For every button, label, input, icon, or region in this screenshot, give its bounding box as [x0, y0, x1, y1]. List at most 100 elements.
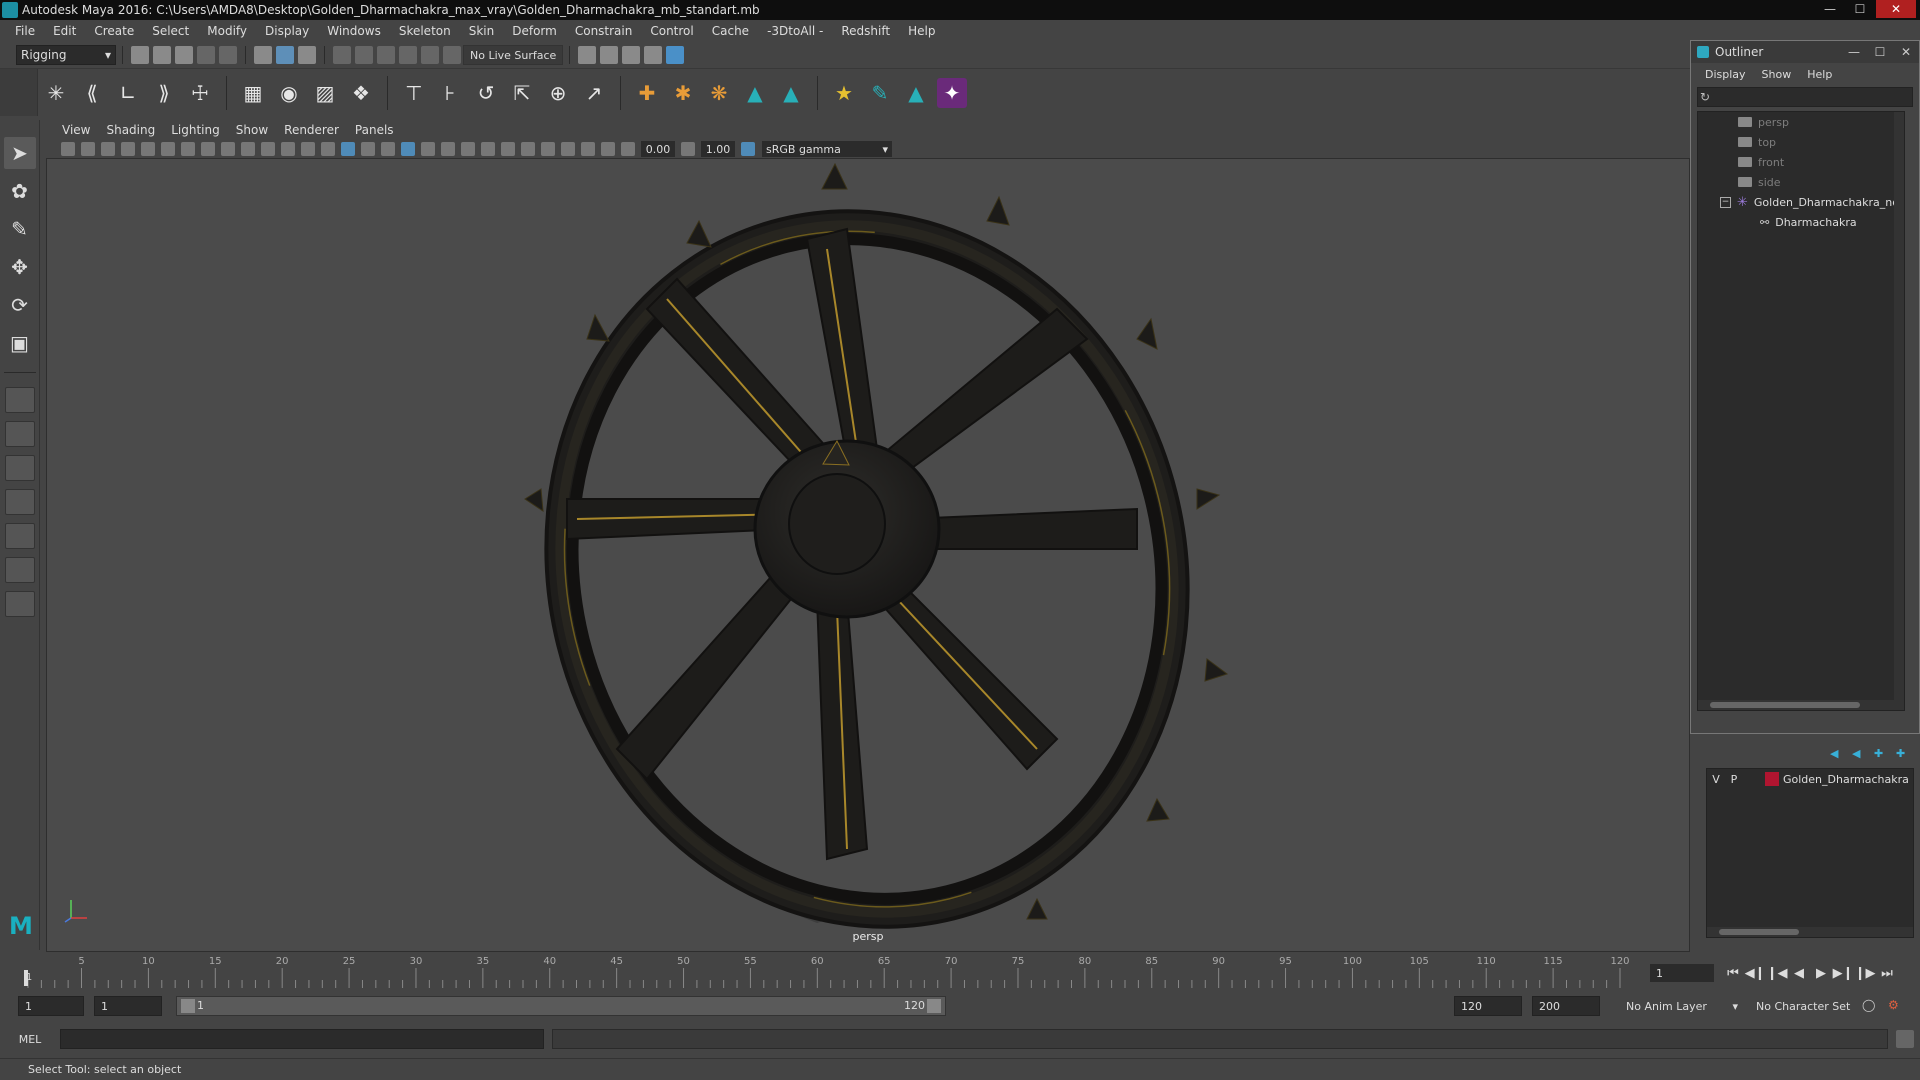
- isolate-select-icon[interactable]: [541, 142, 555, 156]
- step-forward-key-icon[interactable]: ▶❙: [1833, 964, 1854, 982]
- minimize-icon[interactable]: —: [1841, 45, 1867, 59]
- outliner-item-side[interactable]: side: [1698, 172, 1904, 192]
- two-pane-layout-icon[interactable]: [4, 455, 35, 481]
- xray-joints-icon[interactable]: [581, 142, 595, 156]
- paint-select-icon[interactable]: ✎: [4, 213, 36, 245]
- four-pane-layout-icon[interactable]: [4, 421, 35, 447]
- two-d-pan-icon[interactable]: [141, 142, 155, 156]
- menu-modify[interactable]: Modify: [198, 24, 256, 38]
- snap-view-plane-icon[interactable]: [399, 46, 417, 64]
- panel-menu-view[interactable]: View: [54, 123, 98, 137]
- layer-color-swatch[interactable]: [1765, 772, 1779, 786]
- wireframe-on-shaded-icon[interactable]: [381, 142, 395, 156]
- menu-set-dropdown[interactable]: Rigging ▾: [16, 45, 116, 65]
- humanik-icon[interactable]: ☩: [185, 78, 215, 108]
- outliner-horizontal-scrollbar[interactable]: [1698, 700, 1894, 710]
- shelf-tab-menu[interactable]: [0, 69, 38, 116]
- menu-help[interactable]: Help: [899, 24, 944, 38]
- depth-of-field-icon[interactable]: [521, 142, 535, 156]
- select-object-icon[interactable]: [276, 46, 294, 64]
- close-icon[interactable]: ✕: [1893, 45, 1919, 59]
- refresh-icon[interactable]: ↻: [1700, 90, 1714, 104]
- maximize-icon[interactable]: ☐: [1867, 45, 1893, 59]
- script-editor-icon[interactable]: [1896, 1030, 1914, 1048]
- scale-tool-icon[interactable]: ▣: [4, 327, 36, 359]
- save-scene-icon[interactable]: [175, 46, 193, 64]
- screen-space-ao-icon[interactable]: [461, 142, 475, 156]
- menu-control[interactable]: Control: [641, 24, 702, 38]
- live-surface-field[interactable]: No Live Surface: [463, 45, 564, 65]
- textured-icon[interactable]: [401, 142, 415, 156]
- play-backwards-icon[interactable]: ◀: [1790, 964, 1808, 982]
- scrollbar-thumb[interactable]: [1710, 702, 1860, 708]
- exposure-field[interactable]: 0.00: [641, 141, 675, 157]
- move-layer-up-icon[interactable]: ◀: [1830, 747, 1846, 760]
- layer-visibility-toggle[interactable]: V: [1707, 773, 1725, 786]
- collapse-icon[interactable]: −: [1720, 196, 1731, 208]
- menu-cache[interactable]: Cache: [703, 24, 758, 38]
- command-input[interactable]: [60, 1029, 544, 1049]
- menu-file[interactable]: File: [6, 24, 44, 38]
- outliner-item-front[interactable]: front: [1698, 152, 1904, 172]
- panel-menu-panels[interactable]: Panels: [347, 123, 402, 137]
- layer-playback-toggle[interactable]: P: [1725, 773, 1743, 786]
- panel-menu-lighting[interactable]: Lighting: [163, 123, 228, 137]
- shelf-mash-icon[interactable]: ▲: [901, 78, 931, 108]
- use-all-lights-icon[interactable]: [421, 142, 435, 156]
- single-pane-layout-icon[interactable]: [4, 387, 35, 413]
- go-to-start-icon[interactable]: ⏮: [1724, 964, 1742, 982]
- bookmark-icon[interactable]: [101, 142, 115, 156]
- xray-components-icon[interactable]: [601, 142, 615, 156]
- ipr-render-icon[interactable]: [622, 46, 641, 64]
- outliner-menu-display[interactable]: Display: [1697, 68, 1754, 81]
- cluster-icon[interactable]: ❖: [346, 78, 376, 108]
- go-to-end-icon[interactable]: ⏭: [1878, 964, 1896, 982]
- exposure-icon[interactable]: [621, 142, 635, 156]
- grid-icon[interactable]: [181, 142, 195, 156]
- motion-blur-icon[interactable]: [481, 142, 495, 156]
- redo-icon[interactable]: [219, 46, 237, 64]
- outliner-layout-icon[interactable]: [4, 489, 35, 515]
- menu-windows[interactable]: Windows: [318, 24, 390, 38]
- ik-fk-switch-icon[interactable]: ✱: [668, 78, 698, 108]
- insert-joint-icon[interactable]: ⟫: [149, 78, 179, 108]
- paint-weights-icon[interactable]: ◉: [274, 78, 304, 108]
- custom-layout-icon[interactable]: [4, 591, 35, 617]
- script-language-toggle[interactable]: MEL: [0, 1033, 60, 1046]
- select-tool-icon[interactable]: ➤: [3, 137, 36, 169]
- step-forward-icon[interactable]: ❙▶: [1855, 964, 1876, 982]
- menu-redshift[interactable]: Redshift: [832, 24, 899, 38]
- outliner-item-persp[interactable]: persp: [1698, 112, 1904, 132]
- scale-constraint-icon[interactable]: ⇱: [507, 78, 537, 108]
- range-start-handle[interactable]: [181, 999, 195, 1013]
- aim-constraint-icon[interactable]: ⊕: [543, 78, 573, 108]
- anti-aliasing-icon[interactable]: [501, 142, 515, 156]
- render-frame-icon[interactable]: [600, 46, 619, 64]
- anim-layer-dropdown[interactable]: No Anim Layer ▾: [1620, 996, 1744, 1016]
- ik-handle-icon[interactable]: ⟪: [77, 78, 107, 108]
- smooth-shade-icon[interactable]: [341, 142, 355, 156]
- outliner-item-child[interactable]: ⚯ Dharmachakra: [1698, 212, 1904, 232]
- view-transform-dropdown[interactable]: sRGB gamma ▾: [762, 141, 892, 157]
- resolution-gate-icon[interactable]: [221, 142, 235, 156]
- playback-start-field[interactable]: 1: [94, 996, 162, 1016]
- play-forwards-icon[interactable]: ▶: [1812, 964, 1830, 982]
- outliner-title-bar[interactable]: Outliner — ☐ ✕: [1691, 41, 1919, 63]
- character-set-dropdown[interactable]: No Character Set: [1750, 996, 1866, 1016]
- default-material-icon[interactable]: [361, 142, 375, 156]
- open-scene-icon[interactable]: [153, 46, 171, 64]
- animation-end-field[interactable]: 200: [1532, 996, 1600, 1016]
- range-end-handle[interactable]: [927, 999, 941, 1013]
- snap-curve-icon[interactable]: [355, 46, 373, 64]
- render-view-icon[interactable]: [644, 46, 663, 64]
- menu-create[interactable]: Create: [85, 24, 143, 38]
- menu-skeleton[interactable]: Skeleton: [390, 24, 460, 38]
- time-slider[interactable]: 5 10 15 20 25 30 35 40 45 50 55 60 65 70 75 80 85 90 95 100…: [20, 954, 1640, 988]
- menu-select[interactable]: Select: [143, 24, 198, 38]
- outliner-vertical-scrollbar[interactable]: [1894, 112, 1904, 710]
- select-component-icon[interactable]: [298, 46, 316, 64]
- outliner-menu-show[interactable]: Show: [1754, 68, 1800, 81]
- menu-deform[interactable]: Deform: [503, 24, 566, 38]
- lasso-tool-icon[interactable]: ✿: [4, 175, 36, 207]
- gamma-field[interactable]: 1.00: [701, 141, 735, 157]
